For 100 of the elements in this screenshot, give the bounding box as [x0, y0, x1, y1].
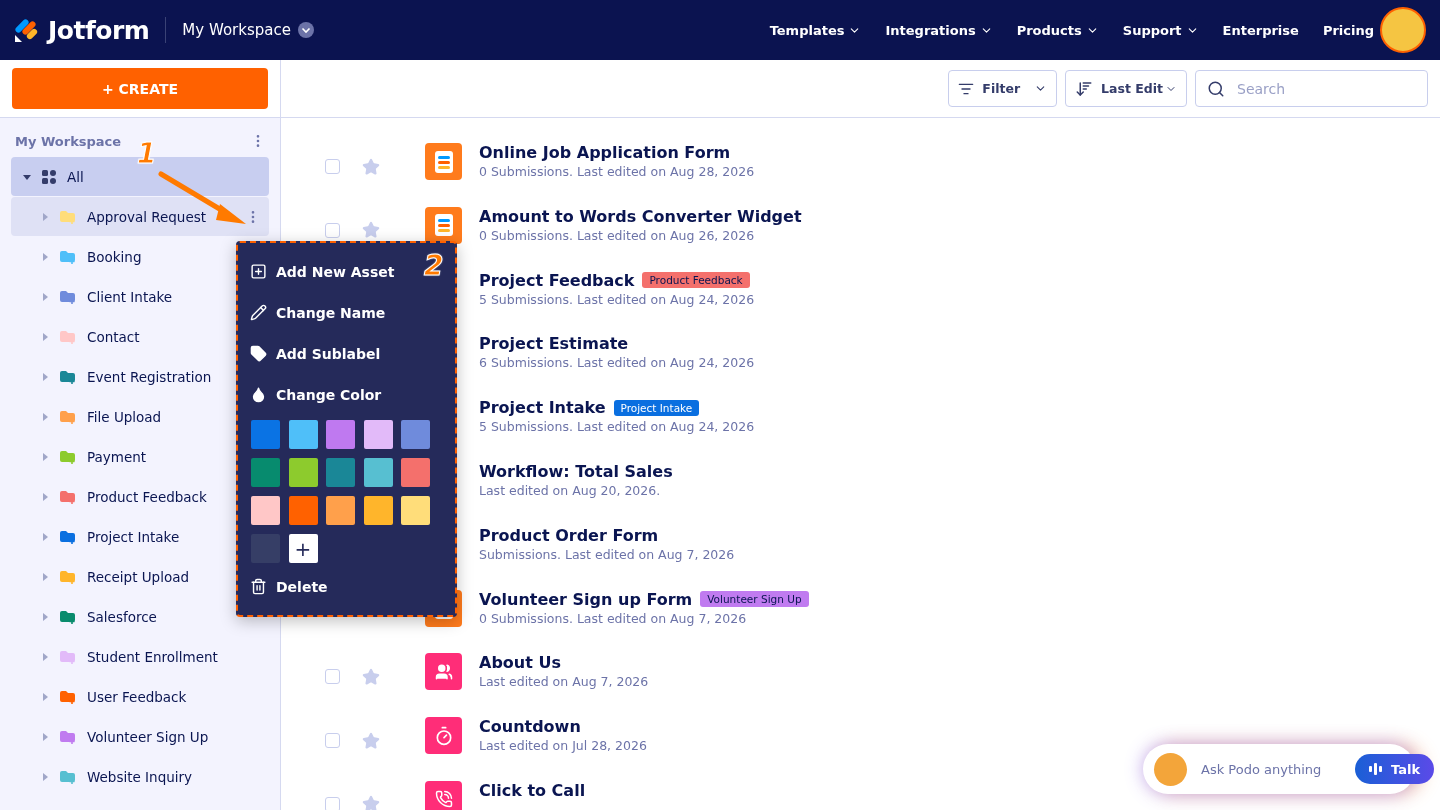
- talk-button[interactable]: Talk: [1355, 754, 1435, 784]
- tree-label: Payment: [87, 448, 147, 465]
- tree-label: Salesforce: [87, 608, 157, 625]
- tree-item[interactable]: Product Feedback: [11, 477, 269, 516]
- form-title[interactable]: Countdown: [479, 717, 581, 737]
- form-title[interactable]: Amount to Words Converter Widget: [479, 206, 802, 226]
- tree-label: Contact: [87, 328, 140, 345]
- people-icon: [425, 653, 462, 691]
- form-meta: Last edited on Aug 7, 2026: [479, 674, 649, 690]
- nav-link[interactable]: Products: [1016, 22, 1099, 38]
- color-swatch[interactable]: [288, 496, 318, 525]
- tree-label: Volunteer Sign Up: [87, 728, 209, 745]
- color-swatch[interactable]: [326, 458, 355, 487]
- tree-item[interactable]: Website Inquiry: [11, 757, 269, 796]
- form-title[interactable]: Online Job Application Form: [479, 143, 731, 162]
- color-swatch[interactable]: [251, 458, 280, 487]
- tree-label: File Upload: [87, 408, 162, 425]
- form-title[interactable]: Workflow: Total Sales: [479, 462, 673, 481]
- color-swatch[interactable]: [326, 420, 355, 449]
- color-swatch[interactable]: [401, 420, 430, 449]
- tree-label: Booking: [87, 248, 142, 265]
- tree-label: All: [67, 168, 84, 185]
- tree-label: Event Registration: [87, 368, 212, 385]
- workspace-name[interactable]: My Workspace: [182, 21, 291, 39]
- plus-icon: [250, 263, 267, 280]
- form-meta: 0 Submissions. Last edited on Aug 28, 2026: [479, 164, 755, 179]
- tree-item[interactable]: Volunteer Sign Up: [11, 717, 269, 756]
- form-title[interactable]: Volunteer Sign up Form: [479, 589, 693, 609]
- color-swatch[interactable]: [288, 420, 318, 449]
- star-icon[interactable]: [362, 157, 380, 176]
- tree-label: Project Intake: [87, 528, 180, 545]
- voice-icon: [1369, 763, 1383, 775]
- tree-label: User Feedback: [87, 688, 187, 705]
- form-meta: 0 Submissions. Last edited on Aug 7, 2026: [479, 610, 748, 626]
- checkbox[interactable]: [325, 222, 340, 238]
- form-meta: Last edited on Aug 20, 2026.: [479, 483, 662, 498]
- tree-item[interactable]: Approval Request: [11, 197, 269, 236]
- star-icon[interactable]: [362, 221, 380, 240]
- star-icon[interactable]: [362, 731, 380, 750]
- form-tag: Product Feedback: [642, 272, 750, 289]
- checkbox[interactable]: [325, 669, 340, 685]
- nav-link[interactable]: Templates: [769, 22, 862, 38]
- search-field[interactable]: Search: [1195, 70, 1428, 107]
- form-meta: 6 Submissions. Last edited on Aug 24, 2026: [479, 355, 755, 371]
- color-swatch[interactable]: [401, 458, 430, 487]
- phone-icon: [425, 780, 462, 810]
- trash-icon: [250, 578, 267, 595]
- form-meta: 5 Submissions. Last edited on Aug 24, 2026: [479, 291, 755, 307]
- drop-icon: [250, 386, 267, 403]
- color-swatch[interactable]: [363, 496, 393, 525]
- add-color-button[interactable]: +: [288, 534, 318, 563]
- tree-label: Client Intake: [87, 288, 173, 305]
- form-tag: Project Intake: [613, 399, 700, 416]
- search-icon: [1207, 80, 1225, 98]
- form-title[interactable]: About Us: [479, 653, 561, 673]
- timer-icon: [425, 717, 462, 755]
- nav-link[interactable]: Support: [1122, 22, 1199, 38]
- form-icon: [425, 143, 462, 180]
- dropdown-icon[interactable]: [296, 21, 315, 39]
- form-tag: Volunteer Sign Up: [700, 591, 809, 608]
- color-swatch[interactable]: [363, 420, 393, 449]
- form-meta: 0 Submissions. Last edited on Aug 26, 2026: [479, 227, 756, 243]
- sort-button[interactable]: Last Edit: [1065, 70, 1187, 107]
- star-icon[interactable]: [362, 795, 380, 810]
- logo-text[interactable]: Jotform: [48, 15, 150, 45]
- tree-label: Product Feedback: [87, 488, 207, 505]
- filter-button[interactable]: Filter: [948, 70, 1058, 107]
- color-swatch[interactable]: [363, 458, 393, 487]
- form-title[interactable]: Project Estimate: [479, 334, 629, 354]
- logo-icon[interactable]: [14, 17, 40, 43]
- form-title[interactable]: Project Intake: [479, 398, 606, 418]
- form-title[interactable]: Project Feedback: [479, 270, 635, 290]
- tree-item[interactable]: Student Enrollment: [11, 637, 269, 676]
- color-swatch[interactable]: [326, 496, 355, 525]
- tree-label: Website Inquiry: [87, 768, 193, 785]
- color-swatch[interactable]: [251, 496, 280, 525]
- color-swatch[interactable]: [401, 496, 430, 525]
- tree-label: Receipt Upload: [87, 568, 189, 585]
- form-title[interactable]: Click to Call: [479, 780, 586, 800]
- color-swatch[interactable]: [288, 458, 318, 487]
- nav-link[interactable]: Enterprise: [1222, 22, 1299, 38]
- form-meta: Submissions. Last edited on Aug 7, 2026: [479, 546, 735, 562]
- step-number: 2: [424, 249, 444, 282]
- form-meta: 5 Submissions. Last edited on Aug 24, 2026: [479, 419, 755, 435]
- form-title[interactable]: Product Order Form: [479, 525, 659, 545]
- caret-icon[interactable]: [23, 172, 31, 181]
- checkbox[interactable]: [325, 733, 340, 749]
- checkbox[interactable]: [325, 796, 340, 810]
- tree-item[interactable]: Payment: [11, 437, 269, 476]
- checkbox[interactable]: [325, 159, 340, 174]
- color-swatch[interactable]: [251, 420, 280, 449]
- avatar[interactable]: [1380, 7, 1426, 53]
- nav-link[interactable]: Integrations: [885, 22, 993, 38]
- tree-item[interactable]: Project Intake: [11, 517, 269, 556]
- tree-item[interactable]: User Feedback: [11, 677, 269, 716]
- assistant-avatar: [1154, 752, 1187, 786]
- tree-label: Approval Request: [87, 208, 207, 225]
- tag-icon: [250, 345, 267, 362]
- star-icon[interactable]: [362, 667, 380, 686]
- nav-link[interactable]: Pricing: [1322, 22, 1374, 38]
